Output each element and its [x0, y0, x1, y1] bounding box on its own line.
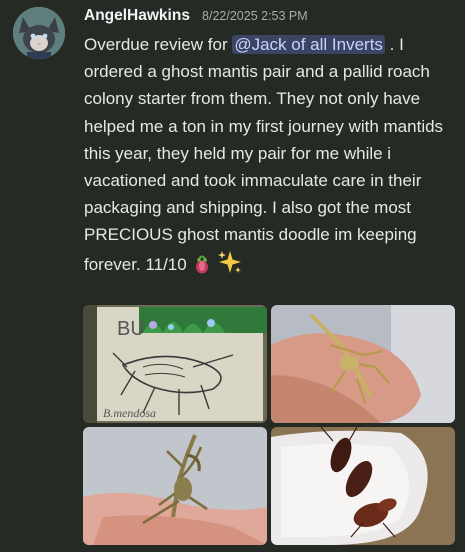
svg-text:B.mendosa: B.mendosa: [103, 406, 156, 420]
ghost-mantis-hand-image-icon: [83, 427, 267, 545]
message-timestamp: 8/22/2025 2:53 PM: [202, 9, 308, 23]
message-header: AngelHawkins 8/22/2025 2:53 PM: [84, 5, 308, 29]
username[interactable]: AngelHawkins: [84, 7, 190, 24]
doodle-caption: BU: [117, 318, 145, 340]
attachment-ghost-mantis-finger[interactable]: [271, 305, 455, 423]
chat-message: AngelHawkins 8/22/2025 2:53 PM Overdue r…: [0, 0, 465, 552]
message-content: Overdue review for @Jack of all Inverts …: [84, 31, 452, 283]
attachment-roaches[interactable]: [271, 427, 455, 545]
user-mention[interactable]: @Jack of all Inverts: [232, 35, 385, 54]
image-gallery: BU B.mendosa: [83, 305, 455, 545]
sparkles-icon: [217, 249, 243, 283]
mantis-emoji-icon: [191, 253, 213, 283]
mantis-doodle-image-icon: BU B.mendosa: [83, 305, 267, 423]
cat-avatar-icon: [13, 7, 65, 59]
roaches-image-icon: [271, 427, 455, 545]
attachment-mantis-doodle[interactable]: BU B.mendosa: [83, 305, 267, 423]
attachment-ghost-mantis-hand[interactable]: [83, 427, 267, 545]
message-text-before: Overdue review for: [84, 35, 233, 54]
message-text-after: . I ordered a ghost mantis pair and a pa…: [84, 35, 444, 274]
user-avatar[interactable]: [13, 7, 65, 59]
ghost-mantis-finger-image-icon: [271, 305, 455, 423]
